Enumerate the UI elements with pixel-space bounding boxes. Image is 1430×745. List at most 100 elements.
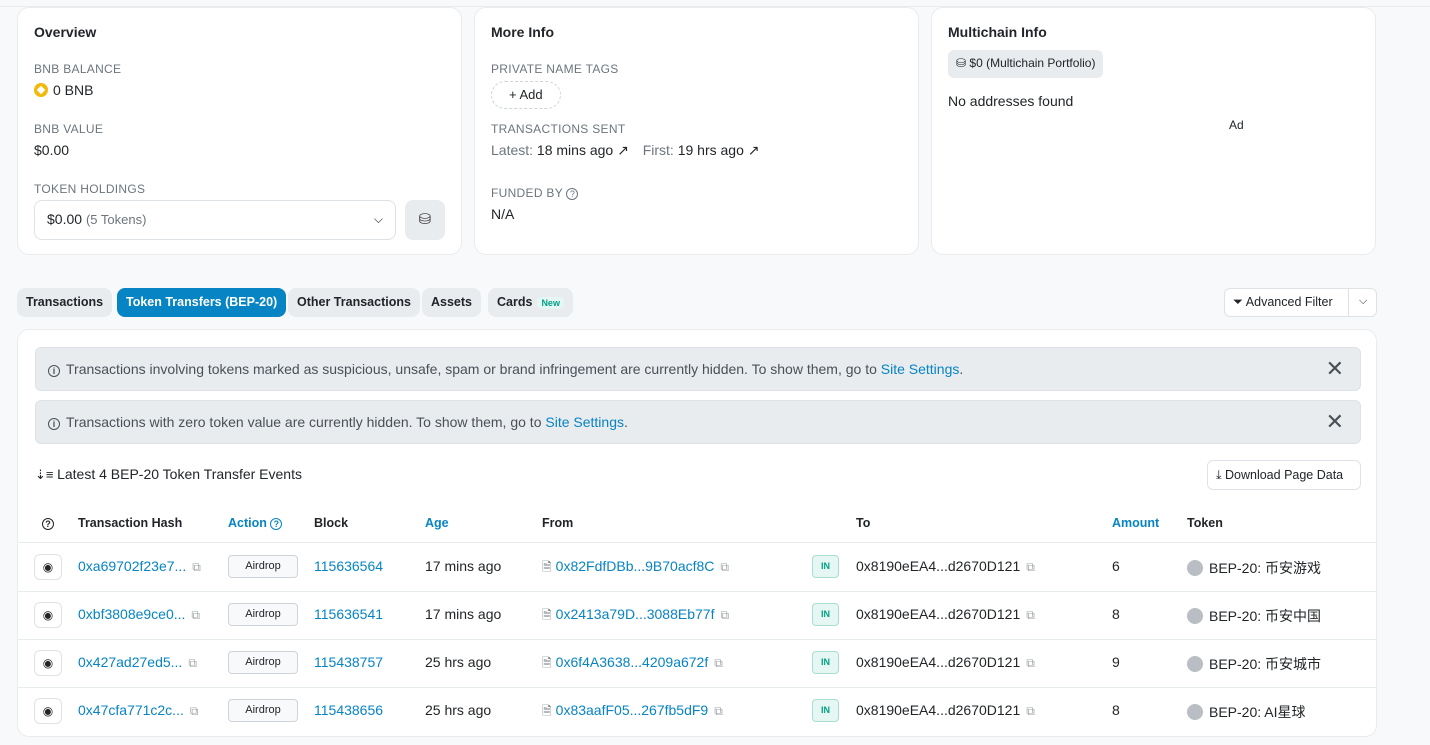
- token-holdings-value: $0.00: [47, 211, 83, 227]
- tx-hash-link[interactable]: 0xbf3808e9ce0...: [78, 606, 185, 622]
- token-link[interactable]: BEP-20: 币安城市: [1209, 656, 1321, 672]
- site-settings-link[interactable]: Site Settings: [881, 361, 960, 377]
- action-badge: Airdrop: [228, 699, 298, 722]
- copy-icon[interactable]: ⧉: [192, 560, 201, 574]
- multichain-portfolio-pill[interactable]: ⛁ $0 (Multichain Portfolio): [948, 50, 1104, 78]
- add-tag-button[interactable]: + Add: [491, 81, 561, 109]
- from-link[interactable]: 0x82FdfDBb...9B70acf8C: [556, 558, 715, 574]
- tx-hash-link[interactable]: 0x427ad27ed5...: [78, 654, 182, 670]
- coins-icon: ⛁: [418, 211, 432, 228]
- site-settings-link[interactable]: Site Settings: [545, 414, 624, 430]
- close-icon[interactable]: ✕: [1326, 409, 1344, 435]
- token-link[interactable]: BEP-20: 币安中国: [1209, 608, 1321, 624]
- bnb-coin-icon: [34, 83, 48, 97]
- copy-icon[interactable]: ⧉: [720, 560, 729, 574]
- copy-icon[interactable]: ⧉: [190, 704, 199, 718]
- age-cell: 25 hrs ago: [425, 654, 492, 670]
- tx-hash-link[interactable]: 0xa69702f23e7...: [78, 558, 186, 574]
- tab-token-transfers[interactable]: Token Transfers (BEP-20): [117, 288, 287, 317]
- advanced-filter-main[interactable]: ⏷ Advanced Filter: [1233, 295, 1333, 310]
- divider: [1348, 289, 1349, 316]
- contract-icon: 🗎: [542, 608, 552, 622]
- eye-icon[interactable]: ◉: [34, 602, 62, 628]
- chevron-down-icon: ⌵: [373, 212, 383, 226]
- col-action-label: Action: [228, 516, 267, 530]
- copy-icon[interactable]: ⧉: [714, 704, 723, 718]
- help-icon[interactable]: ?: [42, 516, 54, 530]
- contract-icon: 🗎: [542, 560, 552, 574]
- advanced-filter-button[interactable]: ⏷ Advanced Filter ⌵: [1224, 288, 1377, 317]
- copy-icon[interactable]: ⧉: [188, 656, 197, 670]
- copy-icon[interactable]: ⧉: [1026, 560, 1035, 574]
- token-cell: BEP-20: 币安游戏: [1187, 558, 1321, 578]
- tx-hash-link[interactable]: 0x47cfa771c2c...: [78, 702, 184, 718]
- eye-icon[interactable]: ◉: [34, 554, 62, 580]
- block-link[interactable]: 115438757: [314, 654, 383, 670]
- token-cell: BEP-20: AI星球: [1187, 702, 1305, 722]
- direction-badge: IN: [812, 651, 839, 674]
- direction-badge: IN: [812, 699, 839, 722]
- token-icon: [1187, 608, 1203, 624]
- private-name-tags-label: PRIVATE NAME TAGS: [491, 62, 619, 76]
- tx-hash-cell: 0x47cfa771c2c... ⧉: [78, 702, 198, 719]
- block-link[interactable]: 115636564: [314, 558, 383, 574]
- copy-icon[interactable]: ⧉: [714, 656, 723, 670]
- token-link[interactable]: BEP-20: AI星球: [1209, 704, 1305, 720]
- from-link[interactable]: 0x6f4A3638...4209a672f: [556, 654, 709, 670]
- multichain-portfolio-button[interactable]: ⛁: [405, 200, 445, 240]
- col-amount[interactable]: Amount: [1112, 516, 1159, 530]
- copy-icon[interactable]: ⧉: [720, 608, 729, 622]
- advanced-filter-label: Advanced Filter: [1245, 295, 1333, 309]
- col-block: Block: [314, 516, 349, 530]
- alert-message: Transactions involving tokens marked as …: [66, 361, 881, 377]
- token-transfers-card: i Transactions involving tokens marked as…: [17, 329, 1377, 737]
- tab-assets[interactable]: Assets: [422, 288, 481, 317]
- copy-icon[interactable]: ⧉: [191, 608, 200, 622]
- from-cell: 🗎 0x2413a79D...3088Eb77f ⧉: [542, 606, 729, 627]
- chevron-down-icon[interactable]: ⌵: [1359, 295, 1367, 308]
- tx-hash-cell: 0xbf3808e9ce0... ⧉: [78, 606, 200, 623]
- amount-cell: 9: [1112, 654, 1120, 670]
- to-cell: 0x8190eEA4...d2670D121 ⧉: [856, 702, 1035, 719]
- col-age[interactable]: Age: [425, 516, 449, 530]
- block-link[interactable]: 115636541: [314, 606, 383, 622]
- from-link[interactable]: 0x2413a79D...3088Eb77f: [556, 606, 715, 622]
- direction-badge: IN: [812, 603, 839, 626]
- transactions-sent-label: TRANSACTIONS SENT: [491, 122, 626, 136]
- close-icon[interactable]: ✕: [1326, 356, 1344, 382]
- to-address: 0x8190eEA4...d2670D121: [856, 702, 1021, 718]
- latest-tx-link[interactable]: 18 mins ago ↗: [537, 142, 629, 158]
- help-icon: ?: [270, 518, 283, 530]
- info-icon: i: [48, 365, 60, 377]
- bnb-balance-label: BNB BALANCE: [34, 62, 122, 76]
- info-icon: i: [48, 418, 60, 430]
- col-action[interactable]: Action ?: [228, 516, 283, 530]
- list-title: ⇣≡ Latest 4 BEP-20 Token Transfer Events: [35, 466, 302, 483]
- block-cell: 115636541: [314, 606, 383, 622]
- block-cell: 115438757: [314, 654, 383, 670]
- download-page-data-button[interactable]: ⤓ Download Page Data: [1207, 460, 1361, 490]
- first-tx-link[interactable]: 19 hrs ago ↗: [678, 142, 760, 158]
- copy-icon[interactable]: ⧉: [1026, 704, 1035, 718]
- token-link[interactable]: BEP-20: 币安游戏: [1209, 560, 1321, 576]
- ad-label: Ad: [1229, 118, 1244, 132]
- token-holdings-dropdown[interactable]: $0.00 (5 Tokens) ⌵: [34, 200, 396, 240]
- copy-icon[interactable]: ⧉: [1026, 608, 1035, 622]
- token-icon: [1187, 704, 1203, 720]
- from-link[interactable]: 0x83aafF05...267fb5dF9: [556, 702, 709, 718]
- download-icon: ⤓: [1216, 468, 1225, 482]
- from-cell: 🗎 0x83aafF05...267fb5dF9 ⧉: [542, 702, 723, 723]
- eye-icon[interactable]: ◉: [34, 698, 62, 724]
- tab-other-transactions[interactable]: Other Transactions: [288, 288, 420, 317]
- question-icon: ?: [42, 518, 54, 530]
- block-link[interactable]: 115438656: [314, 702, 383, 718]
- more-info-title: More Info: [491, 24, 554, 40]
- to-address: 0x8190eEA4...d2670D121: [856, 654, 1021, 670]
- tab-transactions[interactable]: Transactions: [17, 288, 113, 317]
- table-row: ◉ 0xa69702f23e7... ⧉ Airdrop 115636564 17…: [18, 543, 1377, 591]
- copy-icon[interactable]: ⧉: [1026, 656, 1035, 670]
- help-icon[interactable]: ?: [566, 188, 579, 200]
- tab-cards[interactable]: Cards New: [488, 288, 573, 317]
- eye-icon[interactable]: ◉: [34, 650, 62, 676]
- alert-hidden-suspicious: i Transactions involving tokens marked as…: [35, 347, 1361, 391]
